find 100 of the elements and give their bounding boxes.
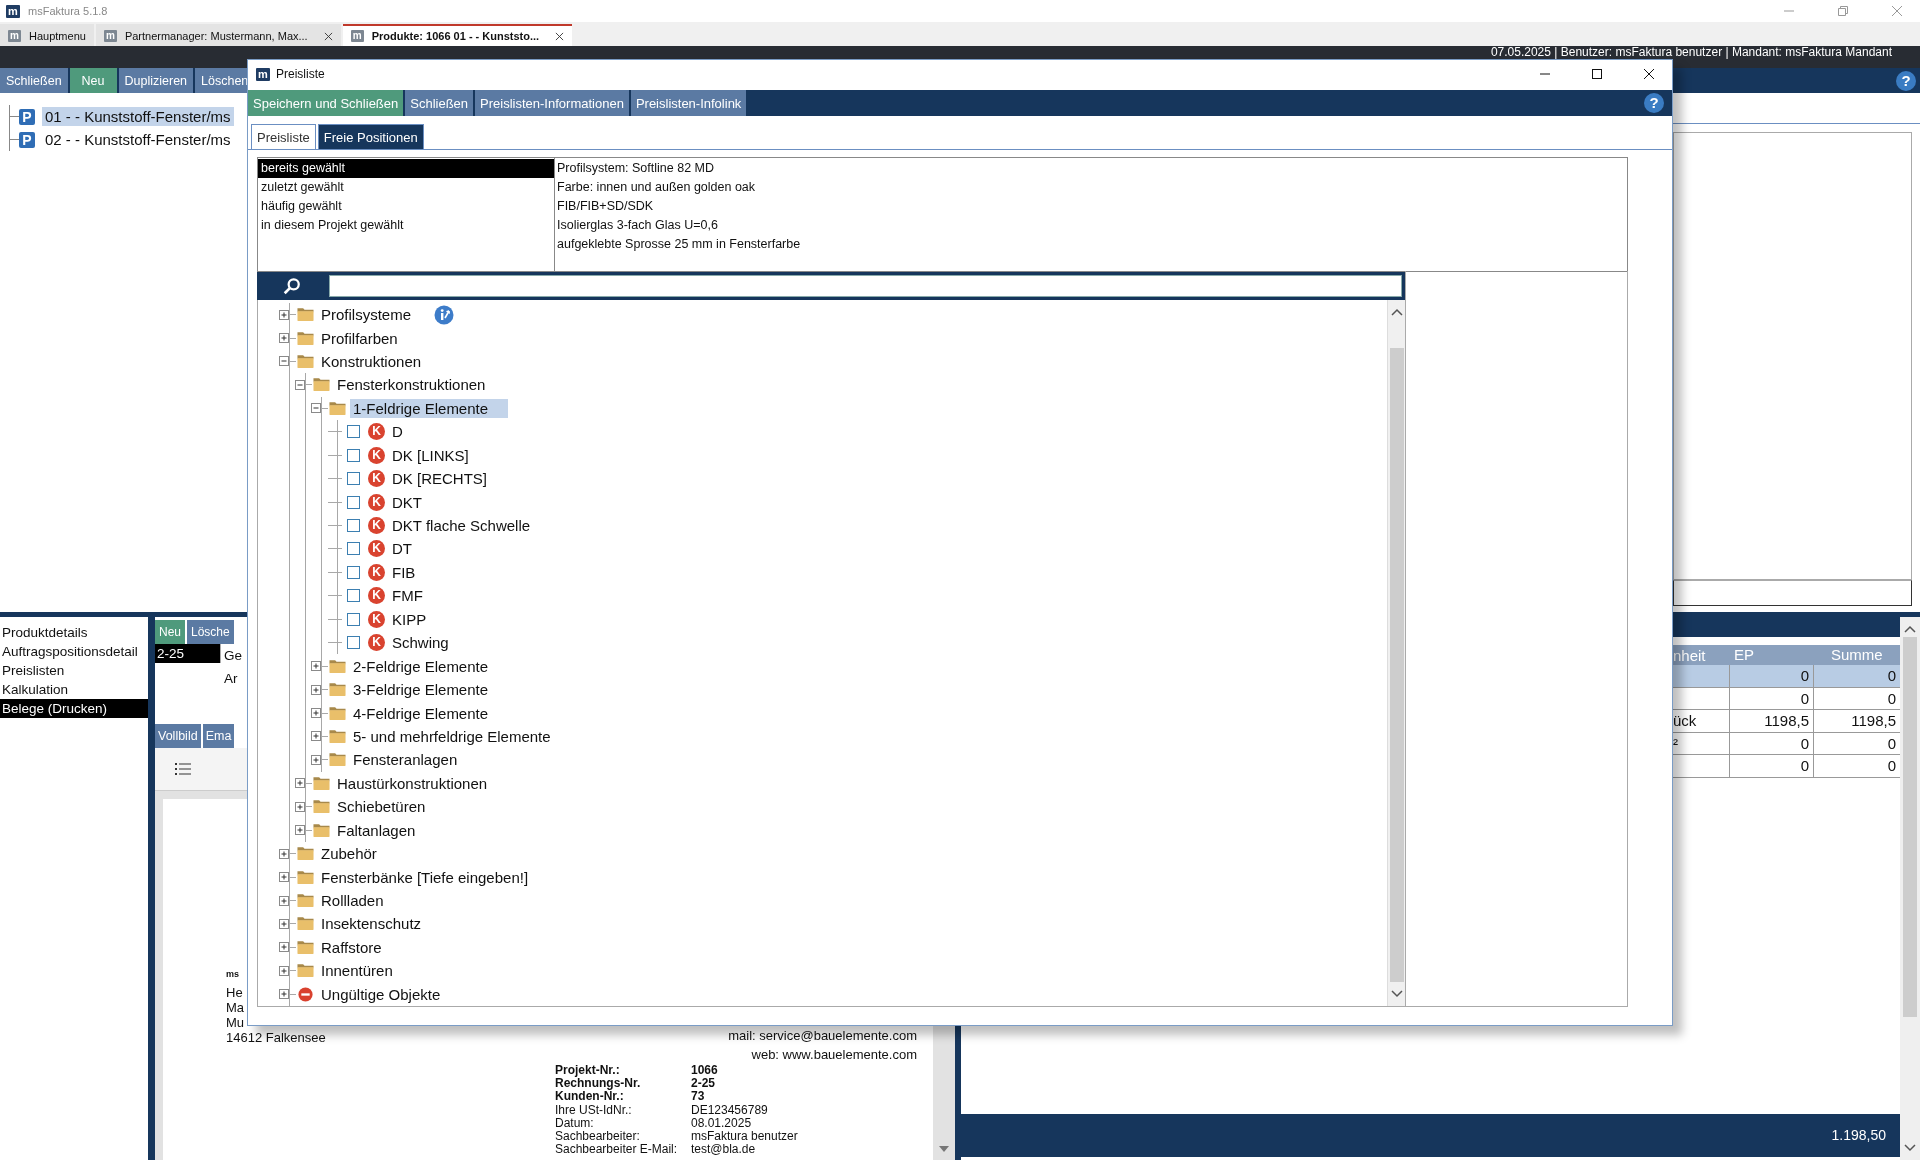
- tree-item[interactable]: Faltanlagen: [334, 820, 419, 840]
- toolbar-button[interactable]: Preislisten-Infolink: [630, 90, 747, 116]
- list-icon[interactable]: [175, 763, 191, 775]
- expand-toggle[interactable]: [279, 333, 289, 344]
- tree-item[interactable]: Innentüren: [318, 961, 396, 981]
- toolbar-button[interactable]: Lösche: [187, 620, 234, 644]
- tree-item[interactable]: Profilsysteme: [318, 305, 415, 325]
- checkbox[interactable]: [347, 425, 360, 439]
- tree-item[interactable]: Insektenschutz: [318, 914, 425, 934]
- document-tab[interactable]: m Partnermanager: Mustermann, Max...: [95, 24, 341, 46]
- tree-item[interactable]: Rollladen: [318, 891, 387, 911]
- filter-item[interactable]: bereits gewählt: [258, 159, 554, 178]
- tree-item[interactable]: D: [389, 422, 406, 442]
- search-field[interactable]: [329, 274, 1402, 297]
- tree-item[interactable]: Konstruktionen: [318, 351, 425, 371]
- expand-toggle[interactable]: [311, 754, 321, 765]
- expand-toggle[interactable]: [279, 918, 289, 929]
- expand-toggle[interactable]: [311, 708, 321, 719]
- checkbox[interactable]: [347, 636, 360, 650]
- expand-toggle[interactable]: [295, 379, 305, 390]
- toolbar-button[interactable]: Preislisten-Informationen: [475, 90, 629, 116]
- scrollbar[interactable]: [1387, 299, 1405, 1006]
- checkbox[interactable]: [347, 589, 360, 603]
- document-tab[interactable]: m Hauptmenu: [0, 24, 94, 46]
- checkbox[interactable]: [347, 448, 360, 462]
- checkbox[interactable]: [347, 542, 360, 556]
- close-icon[interactable]: [1643, 68, 1655, 80]
- expand-toggle[interactable]: [295, 778, 305, 789]
- tree-item[interactable]: 01 - - Kunststoff-Fenster/ms: [42, 107, 234, 126]
- tree-item[interactable]: DK [LINKS]: [389, 445, 472, 465]
- info-icon[interactable]: [434, 304, 455, 325]
- tree-item[interactable]: 4-Feldrige Elemente: [350, 703, 492, 723]
- toolbar-button[interactable]: Schließen: [405, 90, 474, 116]
- tree-item[interactable]: 5- und mehrfeldrige Elemente: [350, 726, 554, 746]
- tree-item[interactable]: 1-Feldrige Elemente: [350, 398, 509, 418]
- tree-item[interactable]: Schiebetüren: [334, 797, 429, 817]
- document-tab[interactable]: m Produkte: 1066 01 - - Kunststo...: [342, 24, 573, 46]
- scroll-down-icon[interactable]: [1390, 990, 1403, 998]
- restore-icon[interactable]: [1837, 5, 1849, 17]
- search-icon[interactable]: [283, 276, 301, 295]
- tree-item[interactable]: 02 - - Kunststoff-Fenster/ms: [42, 130, 234, 149]
- tree-item[interactable]: Fensterbänke [Tiefe eingeben!]: [318, 867, 532, 887]
- expand-toggle[interactable]: [279, 965, 289, 976]
- scroll-down-icon[interactable]: [1904, 1144, 1916, 1152]
- toolbar-button[interactable]: Ema: [202, 724, 235, 748]
- expand-toggle[interactable]: [279, 942, 289, 953]
- tree-item[interactable]: DK [RECHTS]: [389, 469, 490, 489]
- toolbar-button[interactable]: Duplizieren: [118, 68, 194, 93]
- tree-item[interactable]: Ungültige Objekte: [318, 984, 444, 1004]
- nav-item[interactable]: Produktdetails: [0, 623, 148, 642]
- expand-toggle[interactable]: [279, 989, 289, 1000]
- filter-item[interactable]: zuletzt gewählt: [258, 178, 554, 197]
- tree-item[interactable]: FIB: [389, 562, 419, 582]
- checkbox[interactable]: [347, 495, 360, 509]
- scroll-up-icon[interactable]: [1390, 307, 1403, 316]
- toolbar-button[interactable]: Schließen: [0, 68, 68, 93]
- scroll-down-icon[interactable]: [939, 1146, 949, 1152]
- expand-toggle[interactable]: [311, 731, 321, 742]
- tree-item[interactable]: Haustürkonstruktionen: [334, 773, 491, 793]
- scrollbar[interactable]: [1900, 617, 1920, 1160]
- tree-item[interactable]: Fensterkonstruktionen: [334, 375, 489, 395]
- checkbox[interactable]: [347, 565, 360, 579]
- expand-toggle[interactable]: [279, 895, 289, 906]
- tree-item[interactable]: DKT: [389, 492, 425, 512]
- table-cell[interactable]: 2-25: [155, 644, 221, 663]
- tree-item[interactable]: DKT flache Schwelle: [389, 516, 534, 536]
- tree-item[interactable]: 2-Feldrige Elemente: [350, 656, 492, 676]
- close-icon[interactable]: [555, 31, 565, 41]
- tree-item[interactable]: Profilfarben: [318, 328, 401, 348]
- expand-toggle[interactable]: [295, 801, 305, 812]
- tree-item[interactable]: 3-Feldrige Elemente: [350, 680, 492, 700]
- checkbox[interactable]: [347, 612, 360, 626]
- tree-item[interactable]: Zubehör: [318, 844, 380, 864]
- filter-item[interactable]: in diesem Projekt gewählt: [258, 216, 554, 235]
- expand-toggle[interactable]: [311, 403, 321, 414]
- checkbox[interactable]: [347, 472, 360, 486]
- expand-toggle[interactable]: [311, 684, 321, 695]
- toolbar-button[interactable]: Vollbild: [155, 724, 201, 748]
- close-icon[interactable]: [323, 31, 333, 41]
- tree-item[interactable]: Raffstore: [318, 937, 385, 957]
- expand-toggle[interactable]: [279, 356, 289, 367]
- tree-item[interactable]: FMF: [389, 586, 426, 606]
- expand-toggle[interactable]: [279, 848, 289, 859]
- nav-item[interactable]: Belege (Drucken): [0, 699, 148, 718]
- filter-item[interactable]: häufig gewählt: [258, 197, 554, 216]
- tree-item[interactable]: Fensteranlagen: [350, 750, 461, 770]
- tab[interactable]: Preisliste: [251, 124, 316, 149]
- expand-toggle[interactable]: [279, 872, 289, 883]
- maximize-icon[interactable]: [1591, 68, 1603, 80]
- nav-item[interactable]: Preislisten: [0, 661, 148, 680]
- expand-toggle[interactable]: [311, 661, 321, 672]
- tree-item[interactable]: DT: [389, 539, 415, 559]
- help-icon[interactable]: ?: [1644, 93, 1664, 113]
- nav-item[interactable]: Auftragspositionsdetail: [0, 642, 148, 661]
- checkbox[interactable]: [347, 519, 360, 533]
- help-icon[interactable]: ?: [1896, 70, 1916, 91]
- expand-toggle[interactable]: [279, 309, 289, 320]
- tab[interactable]: Freie Positionen: [317, 124, 424, 149]
- scroll-up-icon[interactable]: [1904, 625, 1916, 633]
- expand-toggle[interactable]: [295, 825, 305, 836]
